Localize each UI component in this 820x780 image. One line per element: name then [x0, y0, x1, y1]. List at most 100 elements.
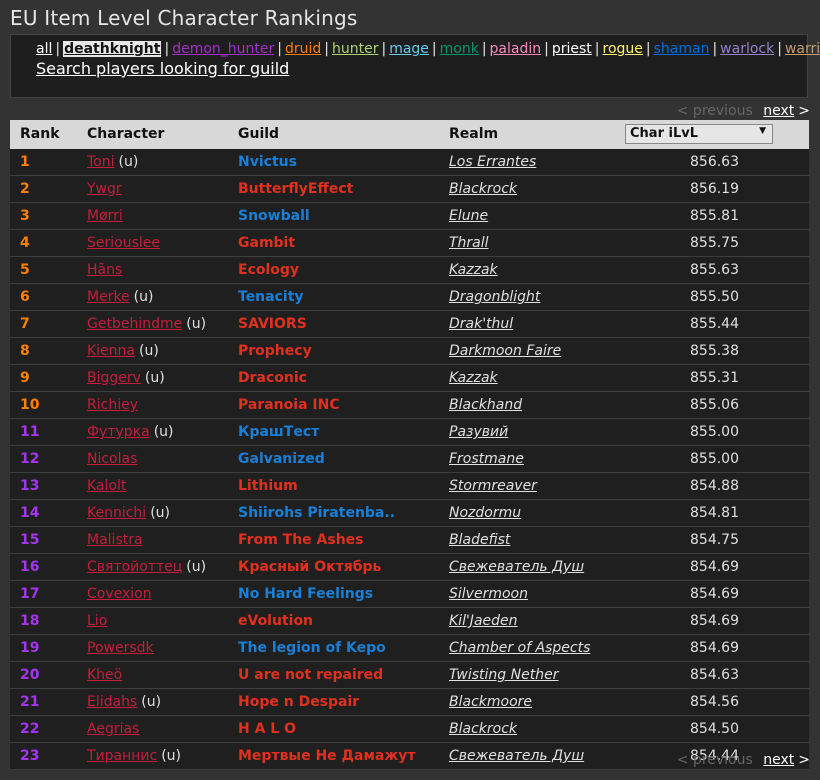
- character-link[interactable]: Kienna: [87, 343, 135, 359]
- guild-cell[interactable]: H A L O: [238, 721, 296, 737]
- realm-cell[interactable]: Dragonblight: [449, 289, 540, 305]
- guild-cell[interactable]: Nvictus: [238, 154, 297, 170]
- realm-cell[interactable]: Blackrock: [449, 181, 517, 197]
- class-link-all[interactable]: all: [36, 41, 52, 57]
- table-row: 4 Seriouslee Gambit Thrall 855.75: [10, 230, 809, 257]
- unguilded-marker: (u): [118, 154, 139, 170]
- class-link-shaman[interactable]: shaman: [654, 41, 710, 57]
- guild-cell[interactable]: Tenacity: [238, 289, 304, 305]
- guild-cell[interactable]: U are not repaired: [238, 667, 383, 683]
- realm-cell[interactable]: Frostmane: [449, 451, 524, 467]
- character-link[interactable]: Biggerv: [87, 370, 141, 386]
- character-link[interactable]: Covexion: [87, 586, 152, 602]
- realm-cell[interactable]: Chamber of Aspects: [449, 640, 590, 656]
- guild-cell[interactable]: КрашТест: [238, 424, 319, 440]
- sort-select[interactable]: Char iLvL ▼: [625, 124, 773, 144]
- character-link[interactable]: Powersdk: [87, 640, 154, 656]
- realm-cell[interactable]: Thrall: [449, 235, 489, 251]
- rank-cell: 2: [20, 181, 30, 197]
- header-realm[interactable]: Realm: [449, 126, 498, 142]
- realm-cell[interactable]: Drak'thul: [449, 316, 513, 332]
- guild-cell[interactable]: Красный Октябрь: [238, 559, 381, 575]
- table-row: 11 Футурка (u) КрашТест Разувий 855.00: [10, 419, 809, 446]
- character-link[interactable]: Mørri: [87, 208, 123, 224]
- realm-cell[interactable]: Blackhand: [449, 397, 522, 413]
- character-link[interactable]: Kheö: [87, 667, 122, 683]
- guild-cell[interactable]: Ecology: [238, 262, 299, 278]
- header-rank[interactable]: Rank: [20, 126, 60, 142]
- table-row: 18 Lio eVolution Kil'Jaeden 854.69: [10, 608, 809, 635]
- character-cell: Тираннис (u): [87, 748, 181, 764]
- table-row: 20 Kheö U are not repaired Twisting Nether 8…: [10, 662, 809, 689]
- character-link[interactable]: Toni: [87, 154, 115, 170]
- guild-cell[interactable]: Paranoia INC: [238, 397, 340, 413]
- next-link-bottom[interactable]: next >: [763, 752, 810, 768]
- guild-cell[interactable]: SAVIORS: [238, 316, 307, 332]
- realm-cell[interactable]: Свежеватель Душ: [449, 748, 584, 764]
- character-link[interactable]: Тираннис: [87, 748, 157, 764]
- guild-cell[interactable]: The legion of Kepo: [238, 640, 386, 656]
- class-link-mage[interactable]: mage: [389, 41, 429, 57]
- character-link[interactable]: Nicolas: [87, 451, 137, 467]
- realm-cell[interactable]: Twisting Nether: [449, 667, 558, 683]
- realm-cell[interactable]: Los Errantes: [449, 154, 536, 170]
- header-guild[interactable]: Guild: [238, 126, 279, 142]
- guild-cell[interactable]: Prophecy: [238, 343, 312, 359]
- character-link[interactable]: Kennichi: [87, 505, 146, 521]
- guild-cell[interactable]: Shiirohs Piratenba..: [238, 505, 395, 521]
- next-link[interactable]: next >: [763, 103, 810, 119]
- class-link-priest[interactable]: priest: [552, 41, 592, 57]
- character-link[interactable]: Richiey: [87, 397, 138, 413]
- character-link[interactable]: Святойоттец: [87, 559, 182, 575]
- class-link-hunter[interactable]: hunter: [332, 41, 378, 57]
- guild-cell[interactable]: Gambit: [238, 235, 295, 251]
- class-link-monk[interactable]: monk: [440, 41, 479, 57]
- guild-cell[interactable]: Lithium: [238, 478, 298, 494]
- class-link-rogue[interactable]: rogue: [603, 41, 643, 57]
- class-link-druid[interactable]: druid: [285, 41, 321, 57]
- class-link-demon-hunter[interactable]: demon_hunter: [172, 41, 274, 57]
- class-link-warrior[interactable]: warrior: [785, 41, 820, 57]
- class-link-warlock[interactable]: warlock: [720, 41, 774, 57]
- guild-cell[interactable]: eVolution: [238, 613, 313, 629]
- realm-cell[interactable]: Разувий: [449, 424, 508, 440]
- character-link[interactable]: Kalolt: [87, 478, 126, 494]
- character-link[interactable]: Lio: [87, 613, 107, 629]
- character-link[interactable]: Hãns: [87, 262, 122, 278]
- header-character[interactable]: Character: [87, 126, 164, 142]
- realm-cell[interactable]: Elune: [449, 208, 488, 224]
- realm-cell[interactable]: Stormreaver: [449, 478, 537, 494]
- rank-cell: 19: [20, 640, 40, 656]
- class-link-deathknight[interactable]: deathknight: [63, 41, 162, 57]
- guild-cell[interactable]: Galvanized: [238, 451, 325, 467]
- character-link[interactable]: Merke: [87, 289, 130, 305]
- character-link[interactable]: Seriouslee: [87, 235, 160, 251]
- realm-cell[interactable]: Kazzak: [449, 370, 498, 386]
- character-link[interactable]: Malistra: [87, 532, 143, 548]
- guild-cell[interactable]: Мертвые Не Дамажут: [238, 748, 416, 764]
- class-link-paladin[interactable]: paladin: [490, 41, 542, 57]
- guild-cell[interactable]: No Hard Feelings: [238, 586, 373, 602]
- character-cell: Biggerv (u): [87, 370, 165, 386]
- character-link[interactable]: Футурка: [87, 424, 150, 440]
- realm-cell[interactable]: Blackrock: [449, 721, 517, 737]
- guild-cell[interactable]: Snowball: [238, 208, 310, 224]
- realm-cell[interactable]: Darkmoon Faire: [449, 343, 561, 359]
- guild-cell[interactable]: Draconic: [238, 370, 307, 386]
- character-link[interactable]: Elidahs: [87, 694, 137, 710]
- guild-cell[interactable]: ButterflyEffect: [238, 181, 353, 197]
- realm-cell[interactable]: Bladefist: [449, 532, 510, 548]
- guild-cell[interactable]: Hope n Despair: [238, 694, 359, 710]
- realm-cell[interactable]: Свежеватель Душ: [449, 559, 584, 575]
- realm-cell[interactable]: Blackmoore: [449, 694, 532, 710]
- realm-cell[interactable]: Kil'Jaeden: [449, 613, 518, 629]
- guild-cell[interactable]: From The Ashes: [238, 532, 364, 548]
- realm-cell[interactable]: Kazzak: [449, 262, 498, 278]
- character-link[interactable]: Ywgr: [87, 181, 122, 197]
- character-link[interactable]: Getbehindme: [87, 316, 182, 332]
- search-players-link[interactable]: Search players looking for guild: [36, 60, 807, 77]
- realm-cell[interactable]: Silvermoon: [449, 586, 528, 602]
- character-link[interactable]: Aegrias: [87, 721, 139, 737]
- rank-cell: 16: [20, 559, 40, 575]
- realm-cell[interactable]: Nozdormu: [449, 505, 521, 521]
